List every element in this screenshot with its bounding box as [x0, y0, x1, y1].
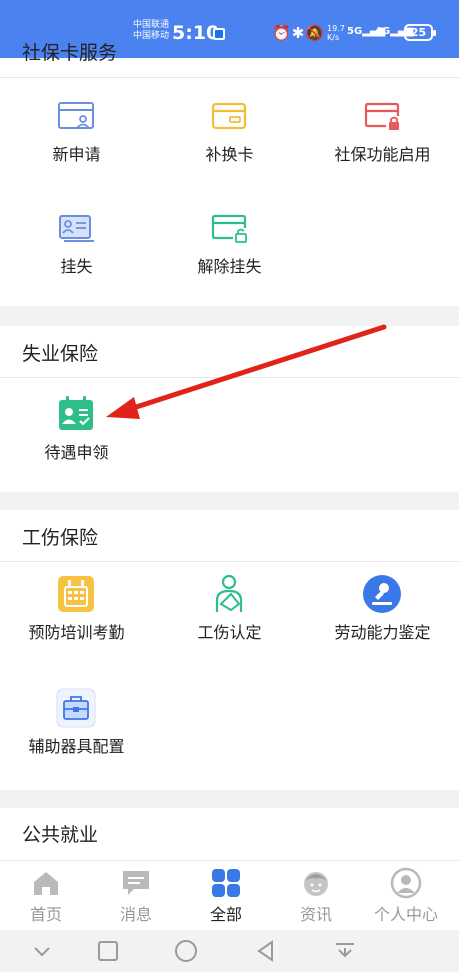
user-icon — [390, 867, 422, 899]
recent-apps-icon[interactable] — [95, 938, 121, 964]
item-report-loss[interactable]: 挂失 — [0, 208, 153, 280]
section-title: 工伤保险 — [22, 527, 99, 549]
item-label: 待遇申领 — [44, 443, 109, 462]
nav-label: 消息 — [119, 905, 152, 924]
home-circle-icon[interactable] — [173, 938, 199, 964]
section-title: 失业保险 — [22, 343, 99, 365]
system-nav-bar — [0, 930, 459, 972]
chevron-down-icon[interactable] — [29, 938, 55, 964]
stamp-icon — [363, 575, 401, 613]
item-label: 挂失 — [60, 257, 93, 276]
item-cancel-loss[interactable]: 解除挂失 — [153, 208, 306, 280]
item-label: 解除挂失 — [197, 257, 262, 276]
item-label: 新申请 — [52, 145, 101, 164]
news-face-icon — [304, 872, 328, 896]
item-new-application[interactable]: 新申请 — [0, 96, 153, 168]
section-header: 社保卡服务 — [0, 18, 459, 78]
item-label: 辅助器具配置 — [28, 737, 125, 756]
bottom-nav: 首页 消息 全部 资讯 个人中心 — [0, 860, 459, 930]
home-icon — [34, 872, 58, 895]
item-prevention-training[interactable]: 预防培训考勤 — [0, 574, 153, 646]
section-injury: 工伤保险 预防培训考勤 工伤认定 劳动能力鉴定 辅助器具配置 — [0, 510, 459, 790]
nav-messages[interactable]: 消息 — [90, 861, 182, 931]
card-lock-icon — [364, 102, 400, 130]
nav-home[interactable]: 首页 — [0, 861, 92, 931]
card-icon — [211, 102, 247, 130]
section-title: 社保卡服务 — [22, 42, 118, 64]
item-label: 预防培训考勤 — [28, 623, 125, 642]
nav-news[interactable]: 资讯 — [270, 861, 362, 931]
calendar-person-icon — [59, 396, 93, 430]
notification-pull-icon[interactable] — [332, 938, 358, 964]
nav-label: 首页 — [29, 905, 62, 924]
nav-label: 资讯 — [299, 905, 332, 924]
toolbox-icon — [56, 688, 96, 728]
injured-person-icon — [215, 574, 243, 612]
item-card-replace[interactable]: 补换卡 — [153, 96, 306, 168]
item-injury-identification[interactable]: 工伤认定 — [153, 574, 306, 646]
nav-label: 个人中心 — [373, 905, 438, 924]
item-label: 社保功能启用 — [334, 145, 431, 164]
id-card-list-icon — [59, 215, 94, 242]
section-header: 工伤保险 — [0, 510, 459, 562]
message-icon — [123, 871, 149, 895]
card-unlock-icon — [211, 214, 247, 243]
item-label: 工伤认定 — [197, 623, 262, 642]
id-card-person-icon — [58, 102, 94, 129]
item-label: 补换卡 — [205, 145, 254, 164]
section-social-card: 社保卡服务 新申请 补换卡 社保功能启用 挂失 解除挂失 — [0, 42, 459, 306]
section-employment: 公共就业 — [0, 808, 459, 860]
item-function-enable[interactable]: 社保功能启用 — [306, 96, 459, 168]
grid-icon — [212, 869, 240, 897]
item-assistive-devices[interactable]: 辅助器具配置 — [0, 688, 153, 760]
nav-label: 全部 — [209, 905, 242, 924]
item-label: 劳动能力鉴定 — [334, 623, 431, 642]
section-header: 失业保险 — [0, 326, 459, 378]
section-title: 公共就业 — [22, 824, 99, 846]
calendar-grid-icon — [58, 576, 94, 612]
item-benefit-claim[interactable]: 待遇申领 — [0, 394, 153, 466]
nav-all[interactable]: 全部 — [180, 861, 272, 931]
item-labor-capacity[interactable]: 劳动能力鉴定 — [306, 574, 459, 646]
back-icon[interactable] — [253, 938, 279, 964]
nav-profile[interactable]: 个人中心 — [360, 861, 452, 931]
section-unemployment: 失业保险 待遇申领 — [0, 326, 459, 492]
